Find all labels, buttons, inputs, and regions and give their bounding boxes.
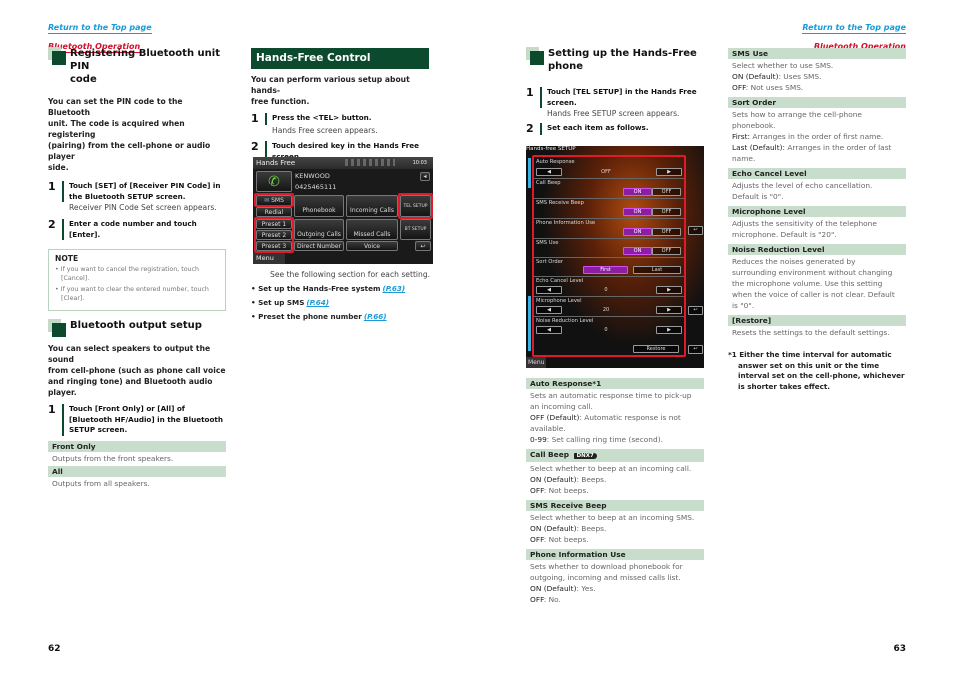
direct-number-button[interactable]: Direct Number bbox=[294, 241, 344, 251]
menu-button[interactable]: Menu bbox=[253, 253, 285, 264]
status-icons bbox=[345, 159, 395, 166]
hands-free-screen: Hands Free 10:03 ✆ KENWOOD 0425465111 ◂ … bbox=[253, 157, 433, 264]
return-arrow-icon: ↩ bbox=[420, 243, 426, 250]
back-button-1[interactable]: ↩ bbox=[688, 226, 703, 235]
section-marker-icon bbox=[48, 319, 66, 337]
hf-intro: You can perform various setup about hand… bbox=[251, 75, 410, 106]
bullet-hands-free-system: • Set up the Hands-Free system (P.63) bbox=[251, 284, 406, 293]
highlight-tel-setup bbox=[398, 193, 433, 219]
setup-step-1: 1 Touch [TEL SETUP] in the Hands Free scr… bbox=[526, 86, 697, 119]
echo-cancel-head: Echo Cancel Level bbox=[728, 168, 906, 179]
return-top-link-right[interactable]: Return to the Top page bbox=[802, 22, 906, 34]
hands-free-control-title: Hands-Free Control bbox=[251, 48, 429, 69]
sms-use-head: SMS Use bbox=[728, 48, 906, 59]
setup-menu-button[interactable]: Menu bbox=[526, 357, 546, 368]
back-button[interactable]: ↩ bbox=[415, 241, 431, 251]
phone-info-head: Phone Information Use bbox=[526, 549, 704, 560]
back-button-3[interactable]: ↩ bbox=[688, 345, 703, 354]
col3-settings-table: Auto Response*1 Sets an automatic respon… bbox=[526, 378, 704, 607]
redial-button[interactable]: Redial bbox=[256, 207, 292, 217]
column-4: SMS Use Select whether to use SMS. ON (D… bbox=[728, 48, 906, 391]
highlight-settings bbox=[532, 155, 686, 357]
highlight-sms bbox=[254, 193, 294, 207]
restore-head: [Restore] bbox=[728, 315, 906, 326]
column-1: Registering Bluetooth unit PIN code You … bbox=[48, 47, 226, 491]
device-name: KENWOOD bbox=[295, 172, 330, 180]
incoming-calls-button[interactable]: Incoming Calls bbox=[346, 195, 398, 217]
section-marker-icon bbox=[526, 47, 544, 65]
hands-free-setup-screen: Hands-free SETUP Auto Response ◀ OFF ▶ C… bbox=[526, 146, 704, 368]
note-box: NOTE • If you want to cancel the registr… bbox=[48, 249, 226, 311]
microphone-level-head: Microphone Level bbox=[728, 206, 906, 217]
phonebook-button[interactable]: Phonebook bbox=[294, 195, 344, 217]
setup-screen-title: Hands-free SETUP bbox=[526, 146, 576, 152]
auto-response-head: Auto Response*1 bbox=[526, 378, 704, 389]
pin-step-1: 1 Touch [SET] of [Receiver PIN Code] in t… bbox=[48, 180, 221, 213]
noise-reduction-head: Noise Reduction Level bbox=[728, 244, 906, 255]
phone-handset-icon: ✆ bbox=[268, 174, 280, 190]
hf-step-1: 1 Press the <TEL> button. Hands Free scr… bbox=[251, 112, 378, 136]
column-2: Hands-Free Control You can perform vario… bbox=[251, 48, 429, 162]
output-table: Front Only Outputs from the front speake… bbox=[48, 440, 226, 491]
hf-title-bar: Hands Free 10:03 bbox=[253, 157, 433, 169]
voice-button[interactable]: Voice bbox=[346, 241, 398, 251]
output-intro: You can select speakers to output the so… bbox=[48, 344, 226, 397]
link-p64[interactable]: (P.64) bbox=[306, 298, 329, 307]
model-badge: DNX7 bbox=[573, 453, 597, 459]
bullet-sms: • Set up SMS (P.64) bbox=[251, 298, 330, 307]
phone-number: 0425465111 bbox=[295, 183, 337, 191]
link-p66[interactable]: (P.66) bbox=[364, 312, 387, 321]
footnote: *1 Either the time interval for automati… bbox=[728, 350, 905, 391]
back-button-2[interactable]: ↩ bbox=[688, 306, 703, 315]
hf-links: See the following section for each setti… bbox=[251, 269, 431, 324]
pin-section-title: Registering Bluetooth unit PIN code bbox=[70, 48, 220, 85]
section-marker-icon bbox=[48, 47, 66, 65]
output-section-heading: Bluetooth output setup bbox=[48, 319, 226, 337]
outgoing-calls-button[interactable]: Outgoing Calls bbox=[294, 219, 344, 240]
bt-setup-button[interactable]: BT SETUP bbox=[400, 219, 431, 240]
call-button[interactable]: ✆ bbox=[256, 171, 292, 192]
page-number-left: 62 bbox=[48, 644, 61, 654]
sort-order-head: Sort Order bbox=[728, 97, 906, 108]
setup-section-heading: Setting up the Hands-Free phone bbox=[526, 47, 704, 73]
column-3: Setting up the Hands-Free phone 1 Touch [… bbox=[526, 47, 704, 135]
call-beep-head: Call Beep DNX7 bbox=[526, 449, 704, 462]
page-number-right: 63 bbox=[893, 644, 906, 654]
pin-intro: You can set the PIN code to the Bluetoot… bbox=[48, 97, 211, 172]
bullet-preset: • Preset the phone number (P.66) bbox=[251, 312, 387, 321]
missed-calls-button[interactable]: Missed Calls bbox=[346, 219, 398, 240]
delete-button[interactable]: ◂ bbox=[420, 172, 430, 181]
return-top-link[interactable]: Return to the Top page bbox=[48, 22, 152, 34]
output-step-1: 1 Touch [Front Only] or [All] of [Bluetoo… bbox=[48, 403, 223, 436]
link-p63[interactable]: (P.63) bbox=[382, 284, 405, 293]
sms-receive-beep-head: SMS Receive Beep bbox=[526, 500, 704, 511]
setup-step-2: 2 Set each item as follows. bbox=[526, 122, 649, 135]
pin-section-heading: Registering Bluetooth unit PIN code bbox=[48, 47, 226, 86]
highlight-presets bbox=[254, 217, 294, 253]
scrollbar[interactable] bbox=[528, 158, 531, 188]
pin-step-2: 2 Enter a code number and touch [Enter]. bbox=[48, 218, 197, 240]
